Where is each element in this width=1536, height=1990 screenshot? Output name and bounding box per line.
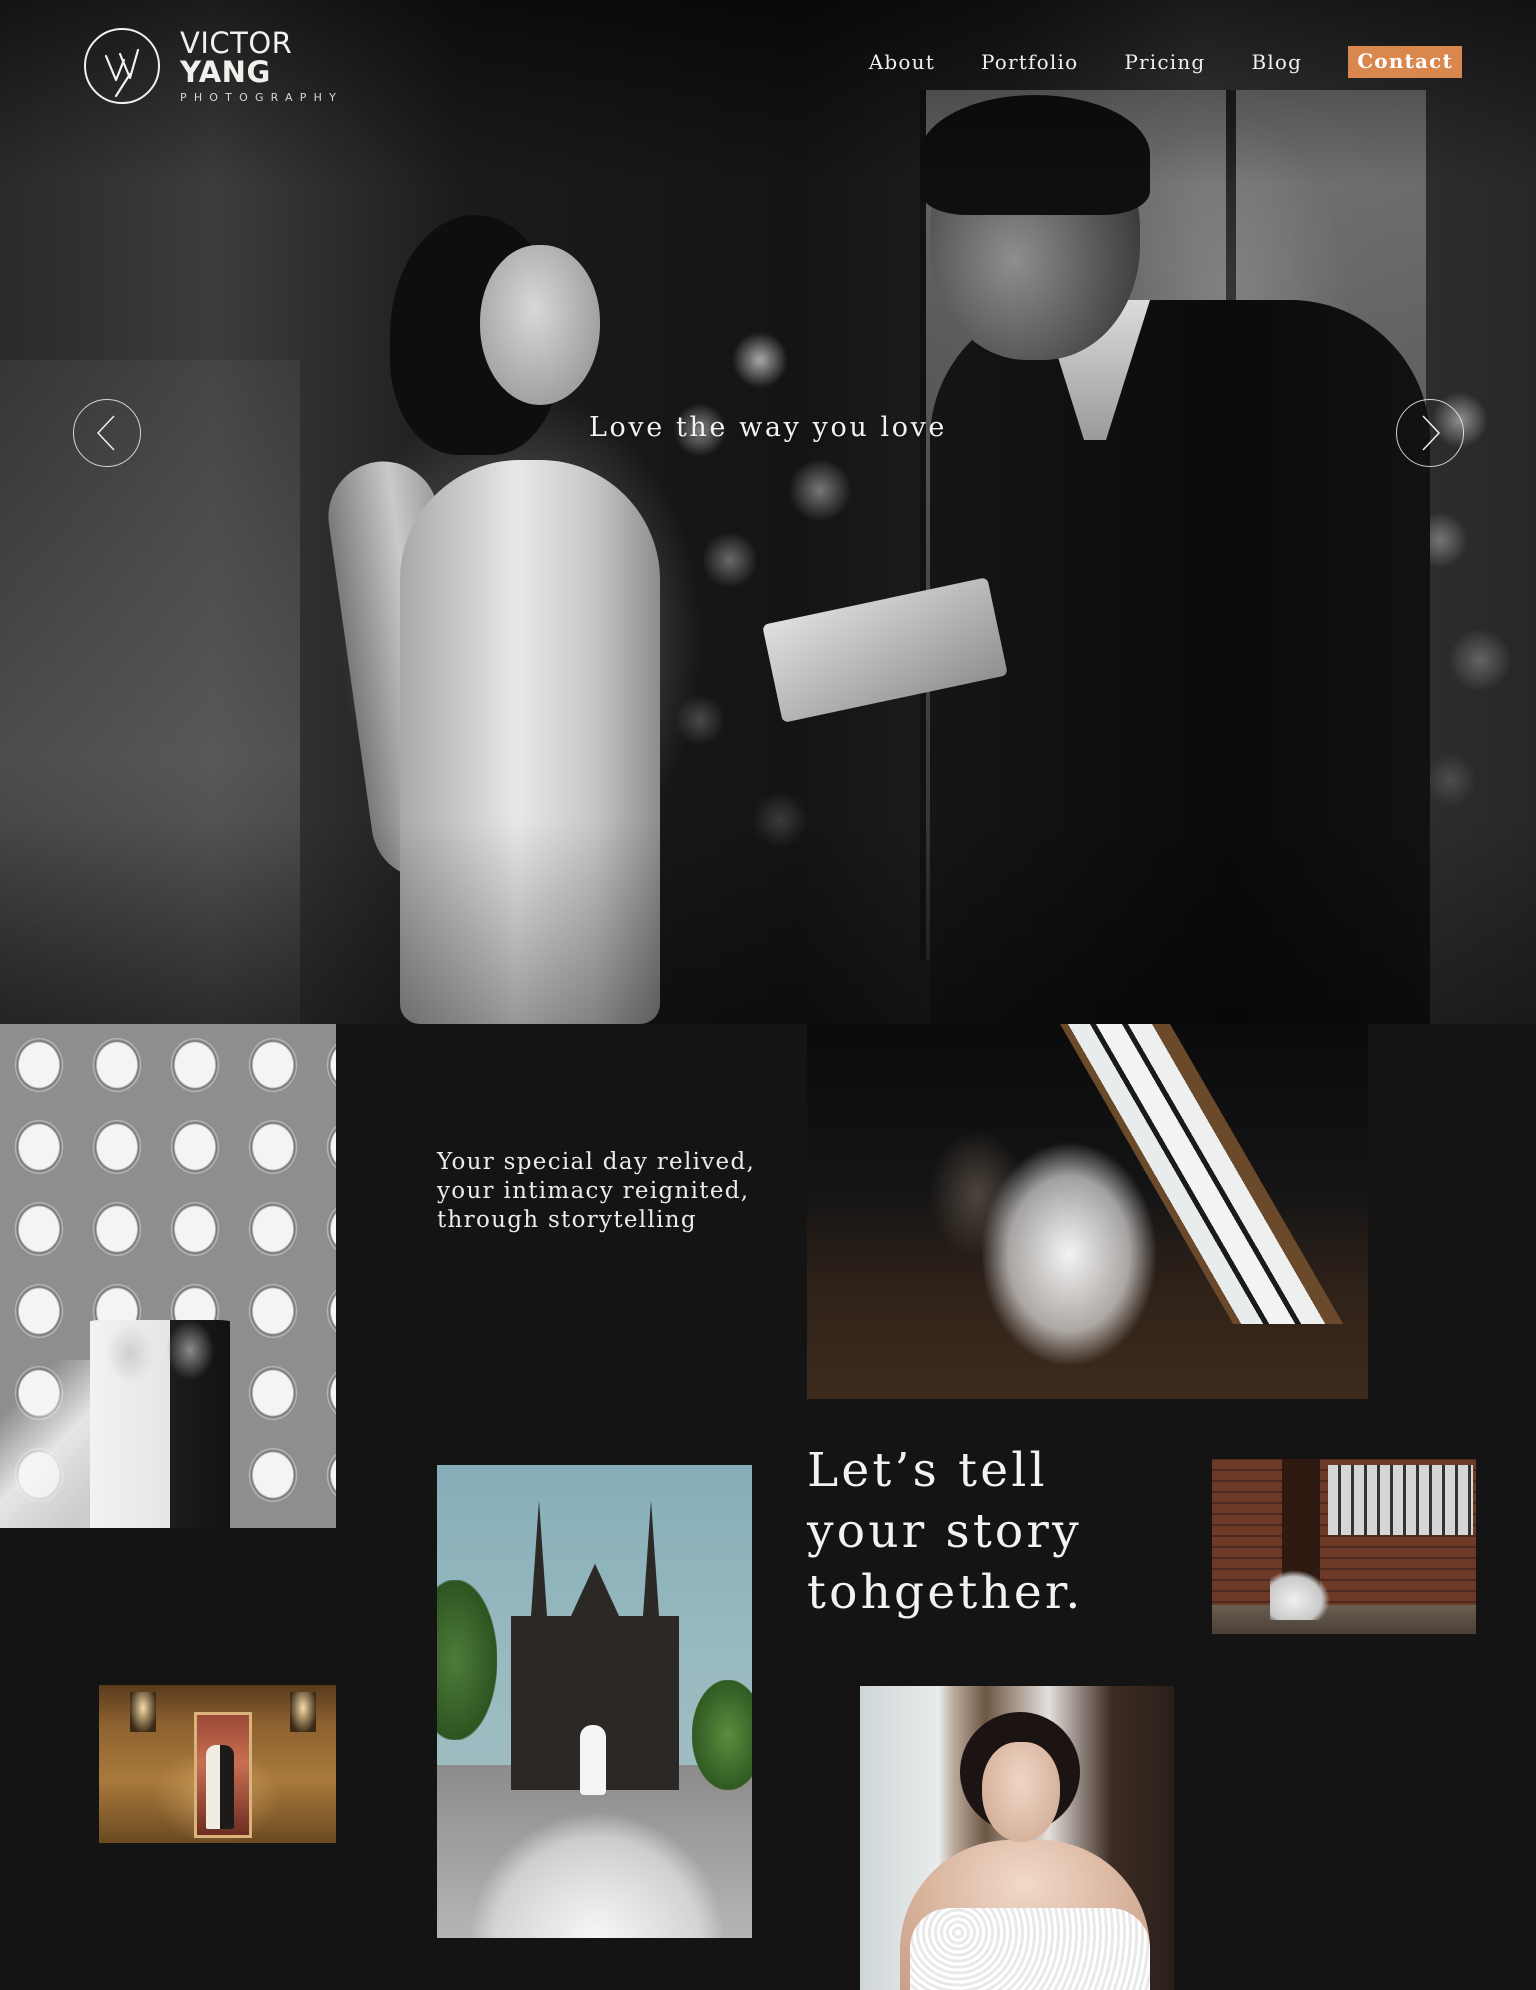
cathedral-bride	[580, 1725, 606, 1795]
brand-name-bold: YANG	[180, 55, 271, 89]
hall-lamp-right	[290, 1692, 316, 1732]
brick-ground	[1212, 1605, 1476, 1634]
hero-photo	[0, 0, 1536, 1024]
nav-portfolio[interactable]: Portfolio	[981, 50, 1078, 74]
vy-monogram-icon	[84, 28, 160, 104]
story-heading: Let’s tell your story tohgether.	[807, 1440, 1107, 1623]
nav-about[interactable]: About	[869, 50, 935, 74]
gallery-photo-attic-bride[interactable]	[807, 1024, 1368, 1399]
intro-line-2: your intimacy reignited,	[437, 1178, 750, 1204]
brand-wordmark: VICTOR YANG PHOTOGRAPHY	[180, 29, 374, 104]
brick-couple	[1270, 1570, 1330, 1620]
hall-lamp-left	[130, 1692, 156, 1732]
intro-line-3: through storytelling	[437, 1207, 697, 1233]
brand-sub: PHOTOGRAPHY	[180, 91, 344, 104]
hall-couple	[206, 1745, 234, 1829]
nav-pricing[interactable]: Pricing	[1124, 50, 1205, 74]
story-heading-line-2: your story	[807, 1504, 1082, 1559]
nav-blog[interactable]: Blog	[1251, 50, 1302, 74]
brand-logo[interactable]: VICTOR YANG PHOTOGRAPHY	[84, 20, 374, 112]
intro-line-1: Your special day relived,	[437, 1149, 756, 1175]
brick-window	[1328, 1465, 1473, 1535]
intro-text: Your special day relived, your intimacy …	[437, 1148, 777, 1235]
gallery-photo-couple	[60, 1320, 260, 1528]
story-heading-line-3: tohgether.	[807, 1565, 1084, 1620]
brand-name: VICTOR YANG	[180, 29, 374, 87]
hero-tagline: Love the way you love	[588, 412, 948, 443]
nav-contact-button[interactable]: Contact	[1348, 46, 1462, 78]
bride-portrait-face	[982, 1742, 1060, 1842]
cathedral-tree-left	[437, 1580, 497, 1740]
main-nav: About Portfolio Pricing Blog Contact	[869, 46, 1462, 78]
bride-portrait-lace	[910, 1908, 1150, 1990]
hero-shade	[0, 0, 1536, 1024]
story-heading-line-1: Let’s tell	[807, 1443, 1048, 1498]
